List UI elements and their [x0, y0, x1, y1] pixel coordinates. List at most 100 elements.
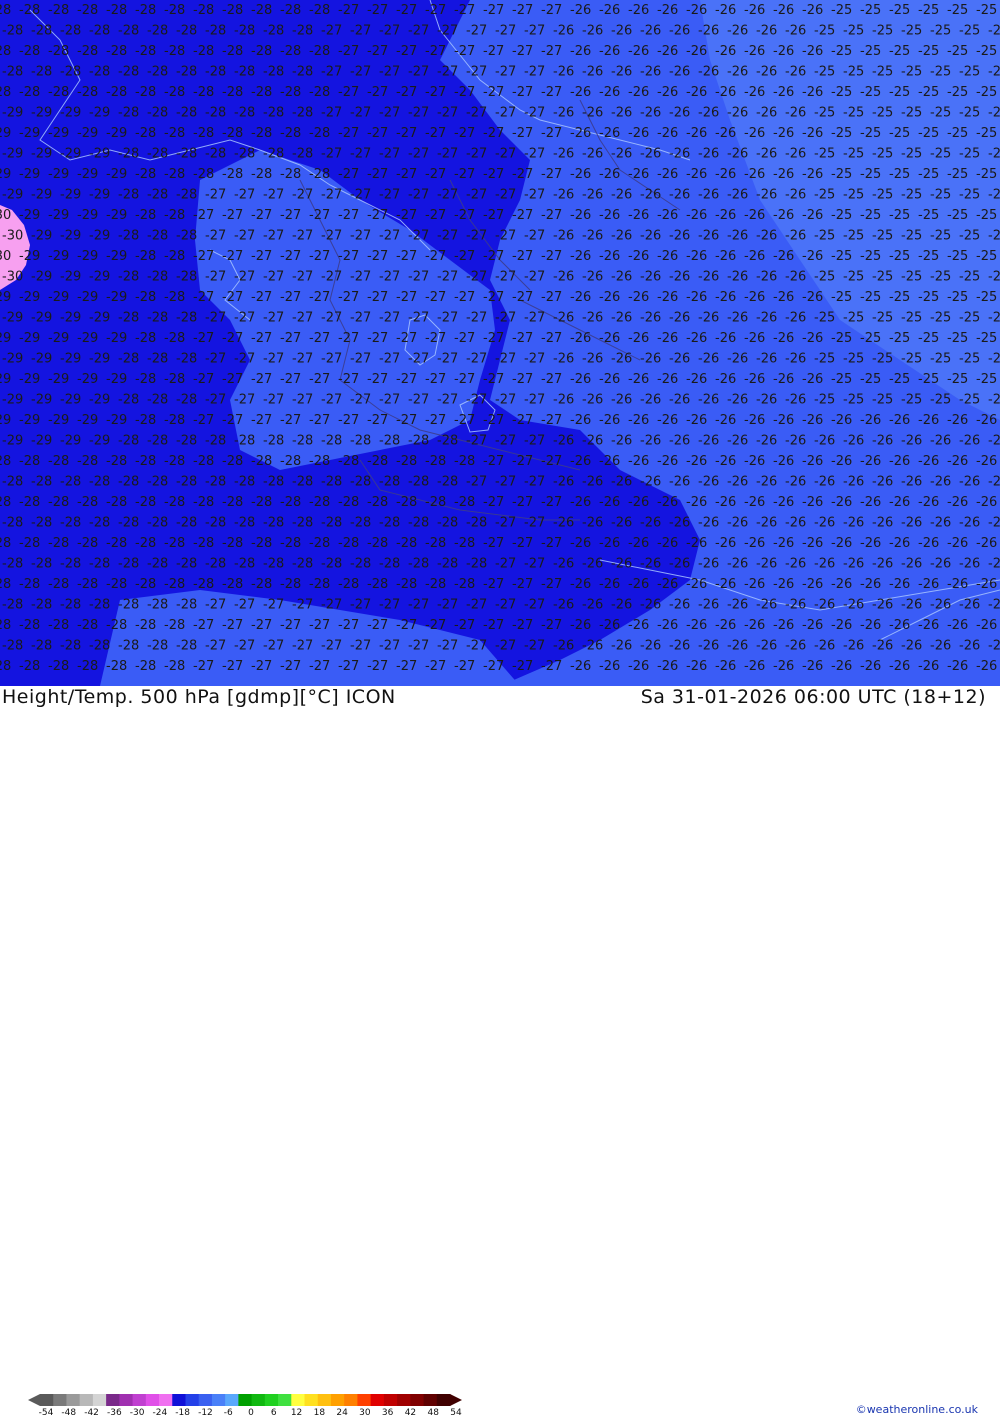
contour-value-label: -27: [466, 229, 487, 244]
contour-value-label: -27: [495, 598, 516, 613]
contour-value-label: -28: [176, 475, 197, 490]
contour-value-label: -27: [425, 290, 446, 305]
map-title: Height/Temp. 500 hPa [gdmp][°C] ICON: [2, 686, 396, 708]
contour-value-label: -27: [541, 413, 562, 428]
contour-value-label: -26: [698, 311, 719, 326]
contour-value-label: -27: [367, 44, 388, 59]
contour-value-label: -25: [930, 393, 951, 408]
contour-value-label: -28: [309, 126, 330, 141]
contour-value-label: -28: [31, 557, 52, 572]
contour-value-label: -29: [48, 208, 69, 223]
contour-value-label: -29: [19, 372, 40, 387]
contour-value-label: -28: [135, 249, 156, 264]
contour-value-label: -27: [338, 331, 359, 346]
contour-value-label: -28: [176, 352, 197, 367]
contour-value-label: -28: [31, 65, 52, 80]
contour-value-label: -26: [802, 44, 823, 59]
contour-value-label: -27: [541, 290, 562, 305]
contour-value-label: -25: [901, 311, 922, 326]
contour-value-label: -28: [106, 454, 127, 469]
contour-value-label: -28: [263, 65, 284, 80]
contour-value-label: -28: [309, 167, 330, 182]
contour-value-label: -27: [541, 208, 562, 223]
credit-link[interactable]: ©weatheronline.co.uk: [856, 1403, 978, 1416]
contour-value-label: -26: [570, 454, 591, 469]
contour-value-label: -29: [0, 331, 11, 346]
contour-value-label: -28: [164, 372, 185, 387]
contour-value-label: -27: [367, 413, 388, 428]
contour-value-label: -27: [425, 413, 446, 428]
contour-value-label: -28: [176, 270, 197, 285]
contour-value-label: -26: [698, 393, 719, 408]
contour-value-label: -28: [31, 639, 52, 654]
contour-value-label: -27: [437, 393, 458, 408]
contour-value-label: -25: [831, 44, 852, 59]
contour-value-label: -26: [599, 536, 620, 551]
contour-value-label: -25: [930, 352, 951, 367]
contour-value-label: -26: [773, 3, 794, 18]
contour-value-label: -25: [976, 167, 997, 182]
contour-value-label: -26: [570, 208, 591, 223]
contour-value-label: -27: [193, 372, 214, 387]
contour-value-label: -26: [553, 229, 574, 244]
contour-value-label: -27: [483, 167, 504, 182]
contour-value-label: -28: [77, 44, 98, 59]
contour-value-label: -28: [164, 126, 185, 141]
contour-value-label: -25: [918, 167, 939, 182]
contour-value-label: -28: [48, 536, 69, 551]
contour-value-label: -26: [628, 167, 649, 182]
contour-value-label: -26: [901, 434, 922, 449]
contour-value-label: -26: [901, 598, 922, 613]
contour-value-label: -27: [292, 598, 313, 613]
contour-value-label: -26: [553, 311, 574, 326]
contour-value-label: -26: [727, 106, 748, 121]
legend-swatch: [370, 1394, 385, 1406]
contour-value-label: -28: [454, 536, 475, 551]
contour-value-label: -26: [930, 598, 951, 613]
contour-value-label: -26: [814, 434, 835, 449]
contour-value-label: -26: [582, 65, 603, 80]
contour-value-label: -28: [396, 495, 417, 510]
contour-value-label: -26: [744, 249, 765, 264]
contour-value-label: -25: [860, 167, 881, 182]
contour-value-label: -26: [744, 44, 765, 59]
contour-value-label: -28: [176, 311, 197, 326]
contour-value-label: -28: [280, 454, 301, 469]
contour-value-label: -27: [205, 639, 226, 654]
contour-value-label: -27: [512, 167, 533, 182]
contour-value-label: -27: [437, 598, 458, 613]
contour-value-label: -28: [118, 65, 139, 80]
contour-value-label: -28: [176, 434, 197, 449]
contour-value-label: -26: [640, 639, 661, 654]
contour-value-label: -27: [338, 167, 359, 182]
contour-value-label: -27: [512, 331, 533, 346]
contour-value-label: -26: [976, 618, 997, 633]
contour-value-label: -28: [118, 229, 139, 244]
contour-value-label: -26: [715, 85, 736, 100]
valid-time: Sa 31-01-2026 06:00 UTC (18+12): [640, 686, 986, 708]
contour-value-label: -28: [292, 106, 313, 121]
contour-value-label: -26: [744, 126, 765, 141]
contour-value-label: -28: [164, 454, 185, 469]
contour-value-label: -25: [889, 331, 910, 346]
contour-value-label: -26: [715, 3, 736, 18]
contour-value-label: -28: [367, 454, 388, 469]
contour-value-label: -27: [483, 618, 504, 633]
legend-swatch: [357, 1394, 372, 1406]
contour-value-label: -27: [495, 639, 516, 654]
contour-value-label: -28: [19, 577, 40, 592]
contour-value-label: -27: [524, 352, 545, 367]
contour-value-label: -26: [686, 618, 707, 633]
contour-value-label: -27: [408, 188, 429, 203]
contour-value-label: -26: [785, 188, 806, 203]
contour-value-label: -29: [31, 393, 52, 408]
contour-value-label: -26: [686, 208, 707, 223]
contour-value-label: -27: [263, 639, 284, 654]
contour-value-label: -26: [599, 290, 620, 305]
contour-value-label: -26: [669, 311, 690, 326]
contour-value-label: -25: [988, 270, 1000, 285]
contour-value-label: -29: [48, 249, 69, 264]
contour-value-label: -29: [2, 311, 23, 326]
contour-value-label: -28: [135, 495, 156, 510]
contour-value-label: -26: [570, 167, 591, 182]
